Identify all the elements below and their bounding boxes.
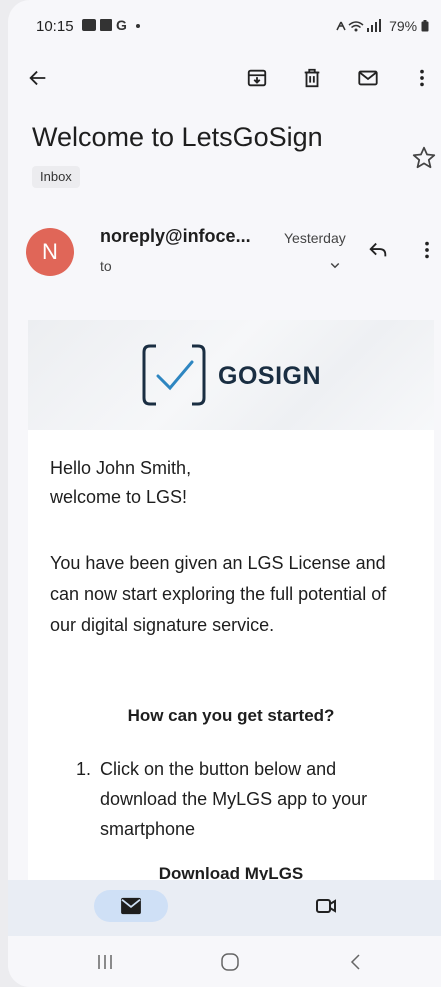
email-banner: GOSIGN [28, 320, 434, 430]
battery-percent: 79% [389, 18, 418, 34]
inbox-label-chip[interactable]: Inbox [32, 166, 80, 188]
mail-icon [358, 70, 378, 86]
arrow-left-icon [29, 70, 46, 86]
step-1-text: Click on the button below and download t… [100, 759, 368, 839]
download-mylgs-link[interactable]: Download MyLGS [28, 864, 434, 880]
archive-icon [247, 69, 267, 87]
status-bar: 10:15 G 79% [8, 0, 441, 56]
archive-button[interactable] [241, 62, 273, 94]
greeting-line-2: welcome to LGS! [50, 487, 188, 507]
app-bar [8, 56, 441, 100]
video-camera-icon [316, 899, 336, 913]
battery-icon [421, 20, 429, 32]
intro-paragraph: You have been given an LGS License and c… [50, 553, 387, 635]
trash-icon [304, 68, 320, 88]
reply-icon [369, 242, 387, 257]
home-button[interactable] [216, 948, 244, 976]
sender-avatar[interactable]: N [26, 228, 74, 276]
phone-screen: 10:15 G 79% Welcome to LetsGoSign Inbox … [8, 0, 441, 987]
greeting-line-1: Hello John Smith, [50, 458, 192, 478]
sender-name[interactable]: noreply@infoce... [100, 226, 251, 247]
mark-unread-button[interactable] [352, 62, 384, 94]
delete-button[interactable] [296, 62, 328, 94]
reply-button[interactable] [362, 234, 394, 266]
status-time: 10:15 [36, 18, 74, 35]
back-button[interactable] [22, 62, 54, 94]
recents-icon [98, 955, 112, 969]
greeting: Hello John Smith, welcome to LGS! [50, 454, 191, 512]
svg-text:G: G [116, 18, 129, 32]
gosign-logo-text: GOSIGN [218, 362, 322, 390]
step-1-number: 1. [76, 759, 92, 779]
recipient-label[interactable]: to [100, 258, 112, 274]
status-right: 79% [335, 18, 429, 34]
mail-icon [121, 897, 141, 915]
home-icon [221, 953, 239, 971]
gosign-logo-icon [142, 344, 206, 406]
nav-mail-tab[interactable] [94, 890, 168, 922]
nav-meet-tab[interactable] [314, 894, 338, 918]
system-navigation [8, 936, 441, 987]
more-vert-icon [420, 69, 424, 87]
more-options-button[interactable] [406, 62, 438, 94]
getting-started-heading: How can you get started? [127, 706, 335, 725]
more-vert-icon [425, 241, 429, 259]
recents-button[interactable] [91, 948, 119, 976]
message-more-button[interactable] [411, 234, 441, 266]
email-date: Yesterday [284, 230, 346, 246]
notification-icons: G [82, 17, 144, 35]
details-expand-button[interactable] [326, 256, 344, 274]
email-body: GOSIGN Hello John Smith, welcome to LGS!… [28, 320, 434, 880]
chevron-left-icon [350, 954, 360, 970]
star-button[interactable] [411, 145, 437, 171]
chevron-down-icon [330, 262, 340, 269]
star-icon [412, 146, 436, 169]
email-subject: Welcome to LetsGoSign [32, 122, 323, 152]
bottom-navigation [8, 880, 441, 936]
back-system-button[interactable] [342, 948, 370, 976]
